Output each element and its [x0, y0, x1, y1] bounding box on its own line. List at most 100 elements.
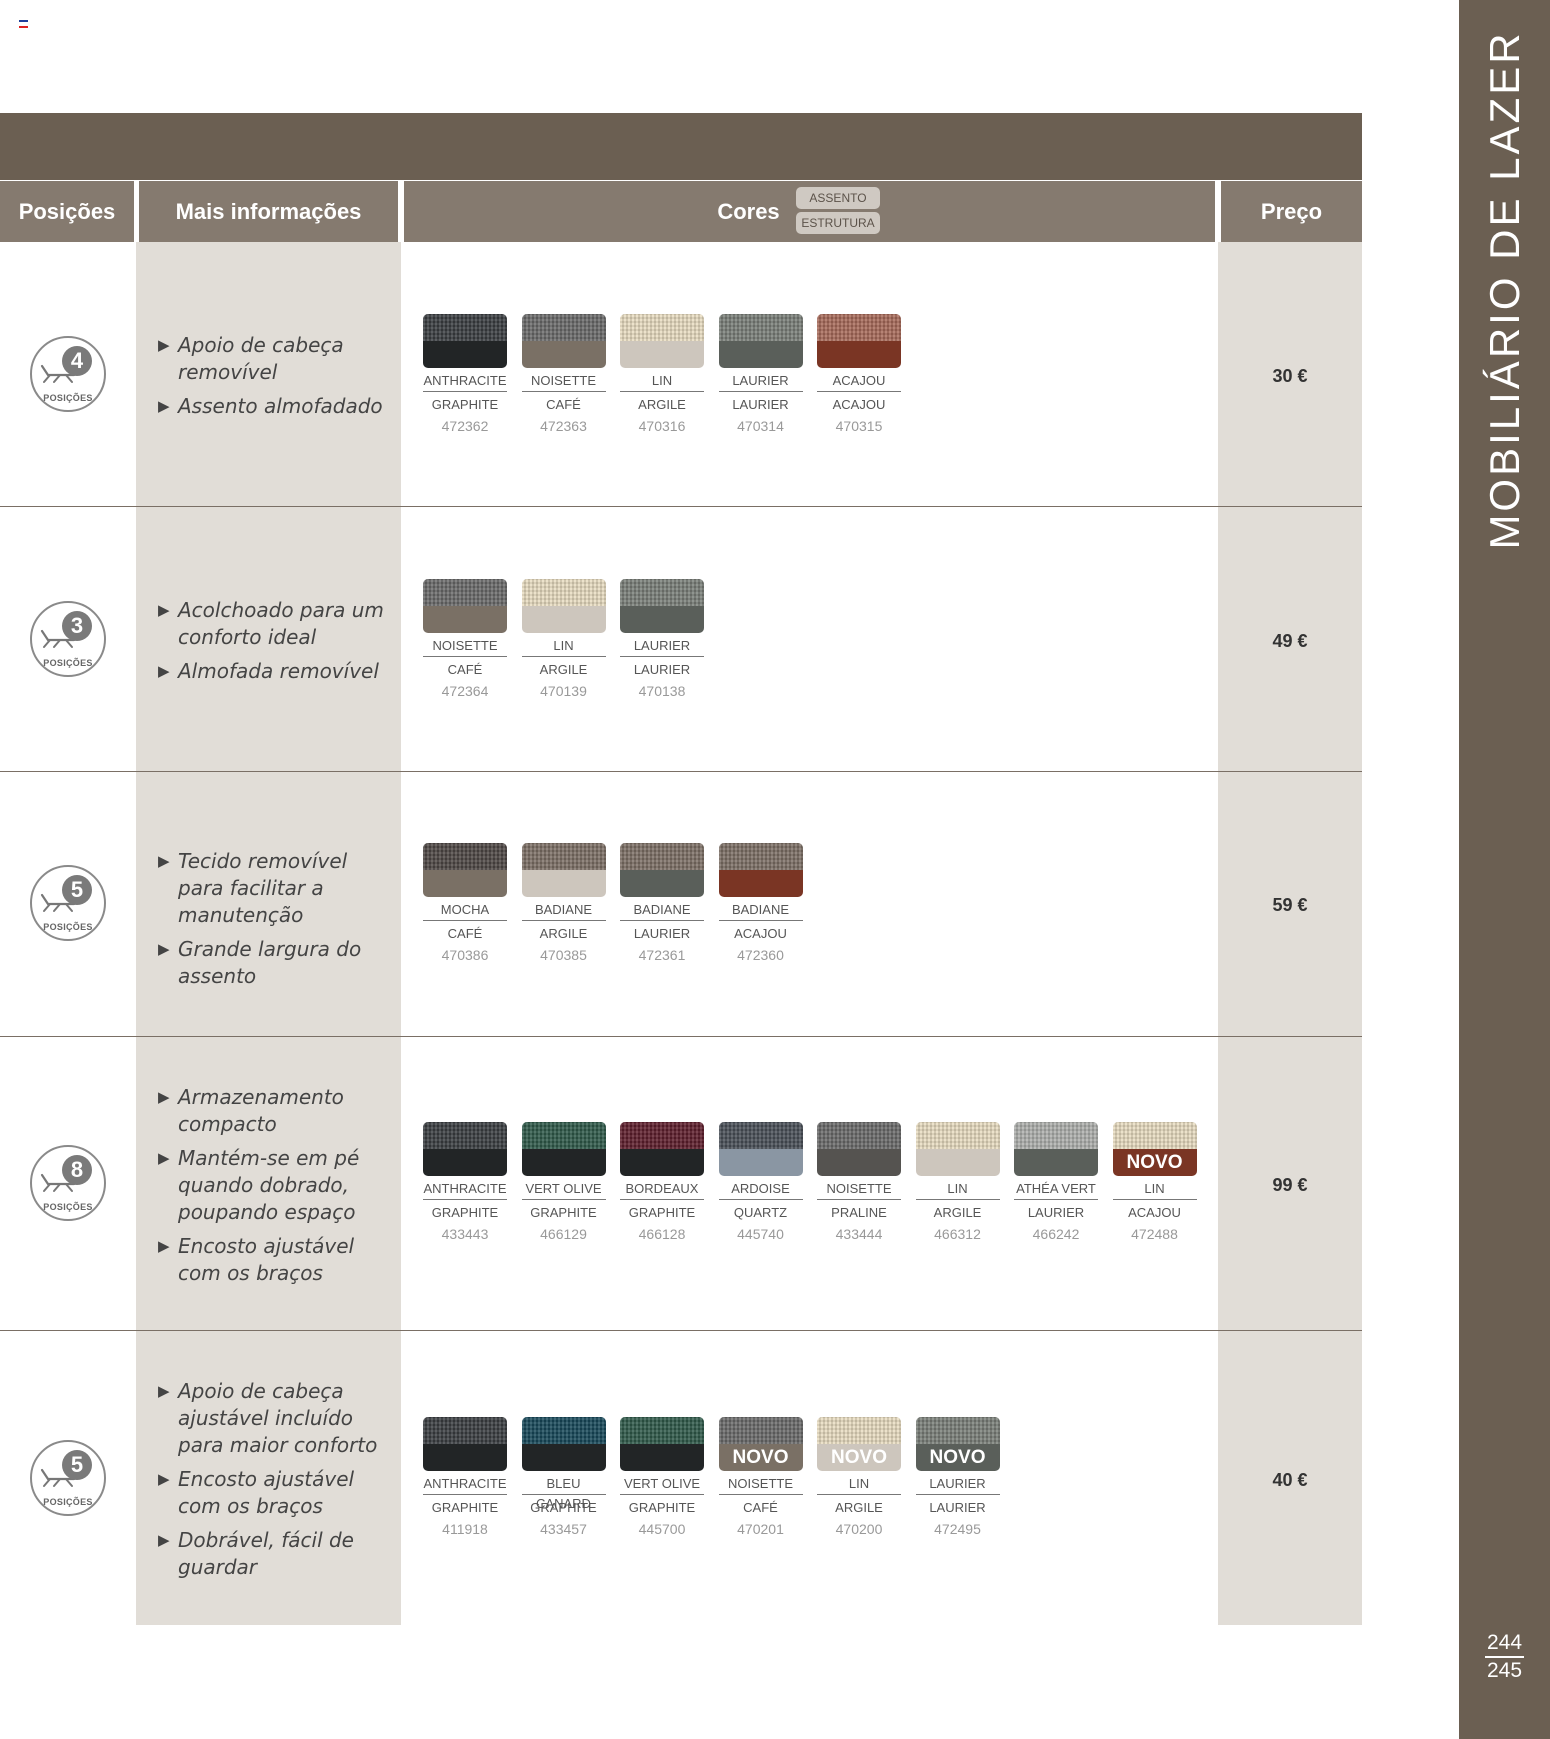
swatch-frame-color: [1014, 1149, 1098, 1176]
product-ref: 472362: [441, 418, 489, 434]
frame-color-name: GRAPHITE: [530, 1500, 597, 1515]
product-ref: 411918: [442, 1521, 488, 1537]
seat-color-name: LIN: [1112, 1179, 1197, 1200]
info-bullet: Tecido removível para facilitar a manute…: [158, 848, 390, 929]
new-badge: NOVO: [1126, 1152, 1183, 1173]
positions-label: POSIÇÕES: [43, 658, 93, 668]
color-swatch[interactable]: [521, 843, 606, 897]
product-ref: 472488: [1131, 1226, 1178, 1242]
seat-color-name: LIN: [521, 636, 606, 657]
swatch-seat-color: [915, 1122, 1000, 1149]
color-swatch[interactable]: [718, 843, 803, 897]
swatch-label: LIN ARGILE 466312: [910, 1179, 1006, 1245]
price-value: 99 €: [1272, 1175, 1308, 1195]
frame-color-name: LAURIER: [929, 1500, 986, 1515]
price-value: 30 €: [1272, 366, 1308, 386]
color-swatch[interactable]: [521, 1122, 606, 1176]
color-swatch[interactable]: [620, 314, 704, 368]
color-swatch[interactable]: [620, 843, 704, 897]
swatch-seat-color: [718, 1417, 803, 1444]
product-ref: 470315: [835, 418, 883, 434]
product-ref: 445740: [737, 1226, 784, 1242]
seat-color-name: BADIANE: [521, 900, 606, 921]
swatch-label: LIN ARGILE 470200: [811, 1474, 907, 1540]
color-swatch[interactable]: [423, 1417, 507, 1471]
color-swatch[interactable]: [521, 579, 606, 633]
color-swatch[interactable]: NOVO: [1112, 1122, 1197, 1176]
color-swatch[interactable]: [620, 1417, 704, 1471]
swatch-frame-color: [423, 1444, 507, 1471]
positions-badge: 8 POSIÇÕES: [30, 1145, 106, 1221]
product-ref: 470314: [737, 418, 784, 434]
swatch-label: LAURIER LAURIER 470138: [614, 636, 710, 702]
info-bullet: Apoio de cabeça removível: [158, 332, 390, 386]
color-swatch[interactable]: NOVO: [915, 1417, 1000, 1471]
swatch-frame-color: [521, 606, 606, 633]
color-swatch[interactable]: [423, 579, 507, 633]
swatch-seat-color: [521, 843, 606, 870]
frame-color-name: ACAJOU: [734, 926, 787, 941]
info-bullet: Encosto ajustável com os braços: [158, 1233, 390, 1287]
color-swatch[interactable]: [718, 314, 803, 368]
price-value: 59 €: [1272, 895, 1308, 915]
color-swatch[interactable]: [423, 1122, 507, 1176]
color-swatch[interactable]: [915, 1122, 1000, 1176]
swatch-seat-color: [620, 579, 704, 606]
color-swatch[interactable]: [423, 843, 507, 897]
color-swatch[interactable]: [1014, 1122, 1098, 1176]
color-swatch[interactable]: NOVO: [817, 1417, 901, 1471]
color-swatch[interactable]: [817, 1122, 901, 1176]
color-swatch[interactable]: [620, 579, 704, 633]
frame-color-name: ACAJOU: [832, 397, 886, 412]
frame-color-name: CAFÉ: [447, 662, 483, 677]
swatch-label: LAURIER LAURIER 470314: [713, 371, 809, 437]
info-list: Apoio de cabeça ajustável incluído para …: [158, 1378, 390, 1588]
swatch-label: ANTHRACITE GRAPHITE 411918: [417, 1474, 513, 1540]
swatch-seat-color: [1112, 1122, 1197, 1149]
swatch-label: VERT OLIVE GRAPHITE 466129: [516, 1179, 612, 1245]
swatch-frame-color: [521, 870, 606, 897]
swatch-seat-color: [620, 1122, 704, 1149]
new-badge: NOVO: [831, 1447, 887, 1468]
product-ref: 472495: [934, 1521, 981, 1537]
color-swatch[interactable]: [620, 1122, 704, 1176]
new-badge: NOVO: [732, 1447, 789, 1468]
frame-color-name: PRALINE: [831, 1205, 887, 1220]
swatch-frame-color: [423, 341, 507, 368]
positions-number: 3: [62, 611, 92, 641]
positions-number: 5: [62, 1450, 92, 1480]
product-ref: 466128: [638, 1226, 686, 1242]
positions-number: 4: [62, 346, 92, 376]
swatch-seat-color: [1014, 1122, 1098, 1149]
swatch-label: BLEU CANARD GRAPHITE 433457: [516, 1474, 612, 1540]
price-column-bg: [1218, 242, 1362, 1625]
swatch-label: LAURIER LAURIER 472495: [910, 1474, 1006, 1540]
product-ref: 470138: [638, 683, 686, 699]
color-swatch[interactable]: [718, 1122, 803, 1176]
page-numbers: 244 245: [1459, 1630, 1550, 1684]
swatch-seat-color: [423, 843, 507, 870]
color-swatch[interactable]: [521, 1417, 606, 1471]
swatch-frame-color: [521, 341, 606, 368]
table-top-band: [0, 113, 1362, 180]
swatch-seat-color: [620, 314, 704, 341]
seat-color-name: LAURIER: [915, 1474, 1000, 1495]
frame-color-name: CAFÉ: [743, 1500, 778, 1515]
color-swatch[interactable]: [521, 314, 606, 368]
info-bullet: Almofada removível: [158, 658, 390, 685]
color-swatch[interactable]: [817, 314, 901, 368]
product-ref: 472360: [737, 947, 784, 963]
swatch-label: VERT OLIVE GRAPHITE 445700: [614, 1474, 710, 1540]
color-swatch[interactable]: NOVO: [718, 1417, 803, 1471]
frame-color-name: GRAPHITE: [628, 1205, 696, 1220]
frame-color-name: LAURIER: [732, 397, 789, 412]
swatch-frame-color: [718, 870, 803, 897]
frame-color-name: GRAPHITE: [431, 1500, 499, 1515]
swatch-seat-color: [620, 843, 704, 870]
positions-badge: 4 POSIÇÕES: [30, 336, 106, 412]
swatch-frame-color: [423, 870, 507, 897]
swatch-frame-color: [817, 1149, 901, 1176]
color-swatch[interactable]: [423, 314, 507, 368]
seat-color-name: NOISETTE: [718, 1474, 803, 1495]
seat-color-name: ANTHRACITE: [423, 371, 507, 392]
